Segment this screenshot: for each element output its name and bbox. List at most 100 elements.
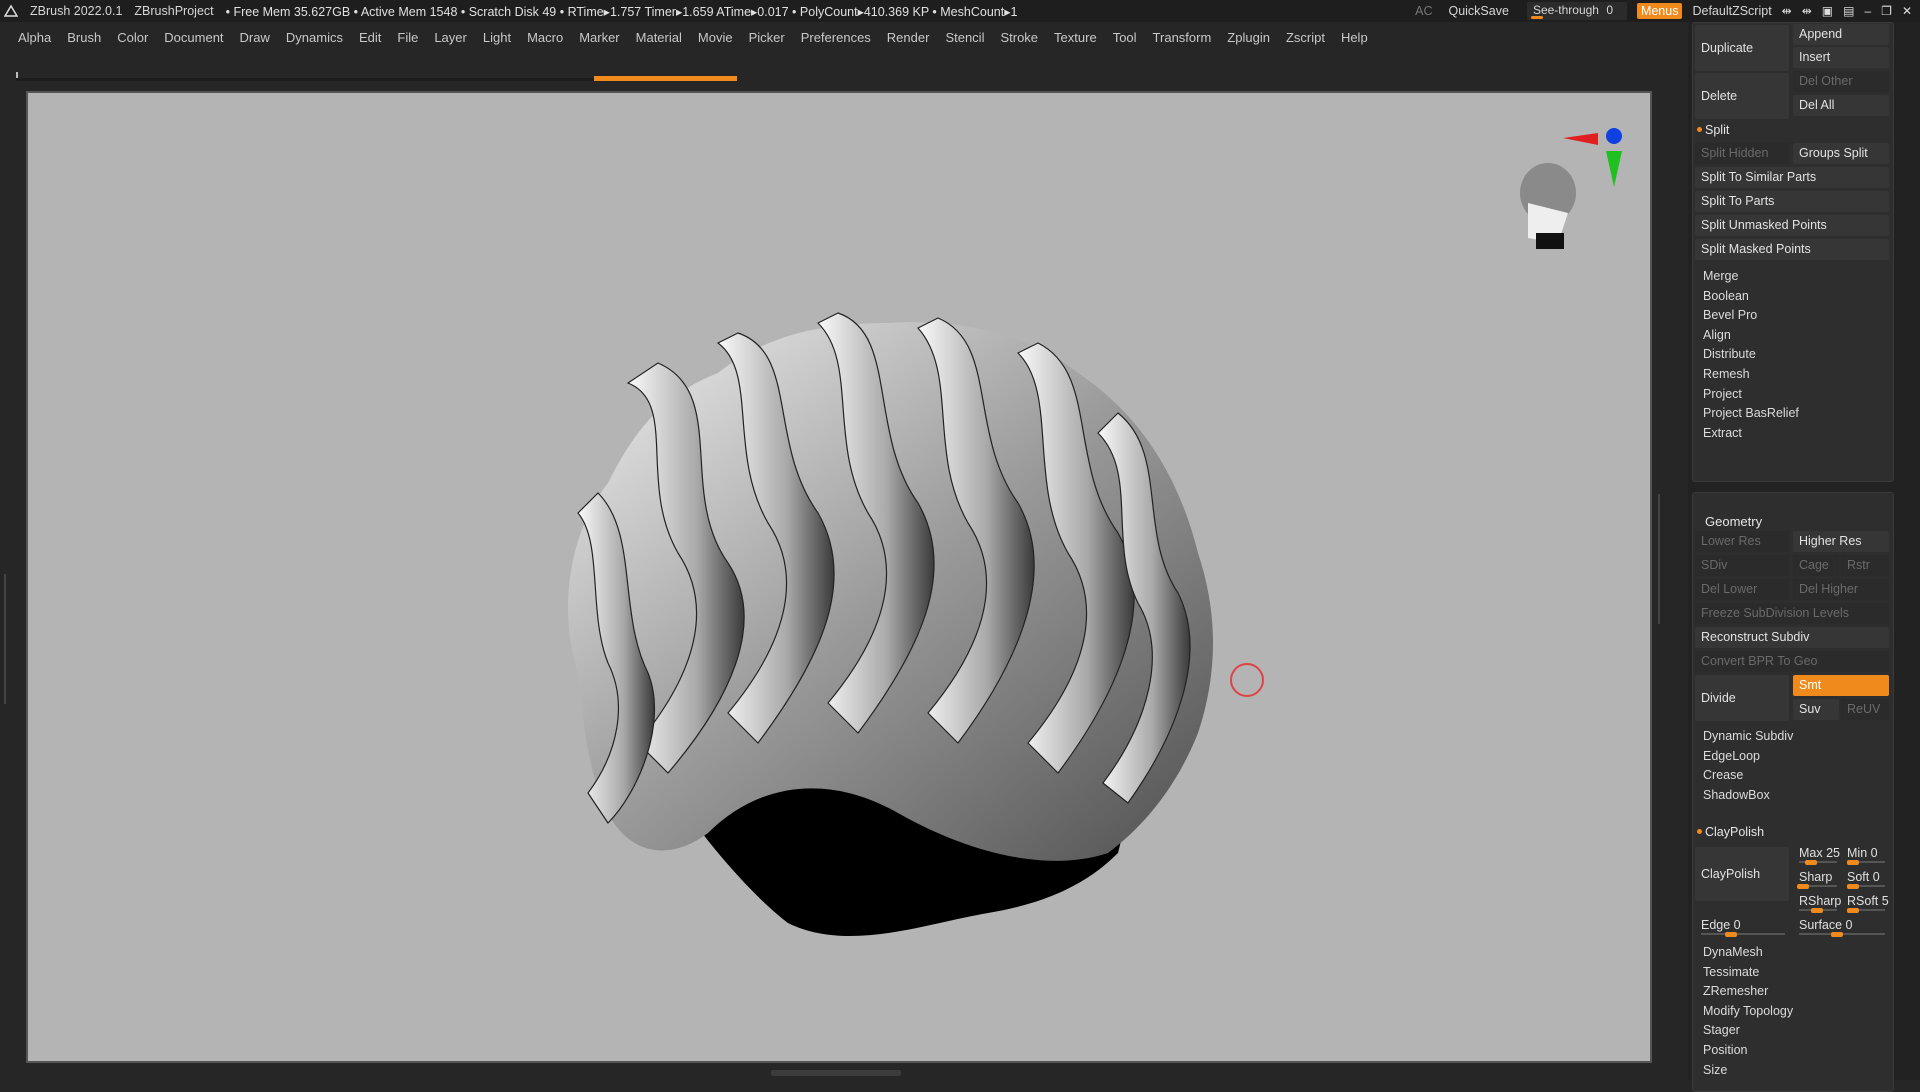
canvas-viewport[interactable] xyxy=(26,91,1652,1063)
close-icon[interactable]: ✕ xyxy=(1902,4,1912,18)
cage-button[interactable]: Cage xyxy=(1793,555,1839,576)
convert-bpr-button[interactable]: Convert BPR To Geo xyxy=(1695,651,1889,672)
menu-tool[interactable]: Tool xyxy=(1105,30,1145,45)
menu-marker[interactable]: Marker xyxy=(571,30,627,45)
groups-split-button[interactable]: Groups Split xyxy=(1793,143,1889,164)
main-menu-bar: Alpha Brush Color Document Draw Dynamics Edit F… xyxy=(0,22,1688,52)
claypolish-button[interactable]: ClayPolish xyxy=(1695,847,1789,901)
lower-res-button[interactable]: Lower Res xyxy=(1695,531,1789,552)
sdiv-slider[interactable]: SDiv xyxy=(1695,555,1789,576)
see-through-value: 0 xyxy=(1606,3,1614,17)
split-unmasked-button[interactable]: Split Unmasked Points xyxy=(1695,215,1889,236)
layout-right-icon[interactable]: ⇹ xyxy=(1802,4,1812,18)
menu-macro[interactable]: Macro xyxy=(519,30,571,45)
duplicate-button[interactable]: Duplicate xyxy=(1695,25,1789,71)
zbrush-logo-icon xyxy=(4,4,18,17)
menus-toggle-button[interactable]: Menus xyxy=(1636,3,1683,19)
right-tray xyxy=(1652,84,1688,1080)
rsoft-slider[interactable]: RSoft 5 xyxy=(1841,891,1889,913)
menu-texture[interactable]: Texture xyxy=(1046,30,1105,45)
surface-slider[interactable]: Surface 0 xyxy=(1793,915,1889,937)
reconstruct-subdiv-button[interactable]: Reconstruct Subdiv xyxy=(1695,627,1889,648)
rsoft-label: RSoft 5 xyxy=(1847,894,1889,908)
split-to-parts-button[interactable]: Split To Parts xyxy=(1695,191,1889,212)
soft-slider[interactable]: Soft 0 xyxy=(1841,867,1889,889)
default-zscript-button[interactable]: DefaultZScript xyxy=(1692,4,1771,18)
menu-light[interactable]: Light xyxy=(475,30,519,45)
rsharp-label: RSharp xyxy=(1799,894,1842,908)
menu-stroke[interactable]: Stroke xyxy=(992,30,1046,45)
del-higher-button[interactable]: Del Higher xyxy=(1793,579,1889,600)
menu-file[interactable]: File xyxy=(389,30,426,45)
navigation-head-icon[interactable] xyxy=(1520,163,1576,249)
del-lower-button[interactable]: Del Lower xyxy=(1695,579,1789,600)
surface-label: Surface 0 xyxy=(1799,918,1853,932)
menu-zplugin[interactable]: Zplugin xyxy=(1219,30,1278,45)
divide-button[interactable]: Divide xyxy=(1695,675,1789,721)
menu-brush[interactable]: Brush xyxy=(59,30,109,45)
split-hidden-button[interactable]: Split Hidden xyxy=(1695,143,1789,164)
bottom-tray-handle[interactable] xyxy=(771,1070,901,1076)
menu-transform[interactable]: Transform xyxy=(1145,30,1220,45)
reuv-button[interactable]: ReUV xyxy=(1841,699,1889,720)
menu-draw[interactable]: Draw xyxy=(232,30,278,45)
stats-readout: • Free Mem 35.627GB • Active Mem 1548 • … xyxy=(225,4,1018,19)
menu-material[interactable]: Material xyxy=(628,30,690,45)
brush-cursor-icon xyxy=(1230,663,1264,697)
smt-toggle[interactable]: Smt xyxy=(1793,675,1889,696)
suv-toggle[interactable]: Suv xyxy=(1793,699,1839,720)
menu-help[interactable]: Help xyxy=(1333,30,1376,45)
right-tray-handle[interactable] xyxy=(1658,494,1664,624)
menu-dynamics[interactable]: Dynamics xyxy=(278,30,351,45)
top-shelf xyxy=(0,52,1688,84)
shelf-active-tab[interactable] xyxy=(594,76,737,81)
menu-color[interactable]: Color xyxy=(109,30,156,45)
sharp-slider[interactable]: Sharp xyxy=(1793,867,1841,889)
min-slider[interactable]: Min 0 xyxy=(1841,843,1889,865)
canvas-scene xyxy=(568,128,1622,936)
layout-left-icon[interactable]: ⇹ xyxy=(1782,4,1792,18)
max-label: Max 25 xyxy=(1799,846,1840,860)
title-bar: ZBrush 2022.0.1 ZBrushProject • Free Mem… xyxy=(0,0,1920,22)
menu-stencil[interactable]: Stencil xyxy=(937,30,992,45)
max-slider[interactable]: Max 25 xyxy=(1793,843,1841,865)
freeze-subdivision-button[interactable]: Freeze SubDivision Levels xyxy=(1695,603,1889,624)
insert-button[interactable]: Insert xyxy=(1793,47,1889,68)
see-through-slider[interactable]: See-through 0 xyxy=(1526,2,1627,20)
minimize-icon[interactable]: – xyxy=(1864,4,1871,18)
quicksave-button[interactable]: QuickSave xyxy=(1448,4,1508,18)
menu-document[interactable]: Document xyxy=(156,30,231,45)
geometry-item-size[interactable]: Size xyxy=(1703,1059,1899,1081)
geometry-section[interactable]: Geometry xyxy=(1705,511,1762,533)
del-all-button[interactable]: Del All xyxy=(1793,95,1889,116)
menu-alpha[interactable]: Alpha xyxy=(10,30,59,45)
append-button[interactable]: Append xyxy=(1793,24,1889,45)
split-masked-button[interactable]: Split Masked Points xyxy=(1695,239,1889,260)
split-similar-parts-button[interactable]: Split To Similar Parts xyxy=(1695,167,1889,188)
edge-slider[interactable]: Edge 0 xyxy=(1695,915,1789,937)
see-through-label: See-through xyxy=(1532,3,1599,17)
menu-edit[interactable]: Edit xyxy=(351,30,389,45)
subtool-item-extract[interactable]: Extract xyxy=(1703,422,1899,444)
menu-zscript[interactable]: Zscript xyxy=(1278,30,1333,45)
menu-layer[interactable]: Layer xyxy=(426,30,475,45)
geometry-item-shadowbox[interactable]: ShadowBox xyxy=(1703,784,1899,806)
claypolish-section[interactable]: ClayPolish xyxy=(1696,821,1764,843)
menu-render[interactable]: Render xyxy=(879,30,938,45)
sharp-label: Sharp xyxy=(1799,870,1833,884)
menu-movie[interactable]: Movie xyxy=(690,30,741,45)
higher-res-button[interactable]: Higher Res xyxy=(1793,531,1889,552)
see-through-fill xyxy=(1530,16,1543,19)
palette-icon[interactable]: ▤ xyxy=(1843,4,1854,18)
window-icon[interactable]: ▣ xyxy=(1822,4,1833,18)
left-tray-handle[interactable] xyxy=(4,574,12,704)
rstr-button[interactable]: Rstr xyxy=(1841,555,1889,576)
menu-preferences[interactable]: Preferences xyxy=(793,30,879,45)
split-section[interactable]: Split xyxy=(1696,119,1729,141)
delete-button[interactable]: Delete xyxy=(1695,73,1789,119)
del-other-button[interactable]: Del Other xyxy=(1793,71,1889,92)
ac-toggle[interactable]: AC xyxy=(1415,4,1432,18)
restore-icon[interactable]: ❐ xyxy=(1881,4,1892,18)
menu-picker[interactable]: Picker xyxy=(741,30,793,45)
rsharp-slider[interactable]: RSharp xyxy=(1793,891,1841,913)
